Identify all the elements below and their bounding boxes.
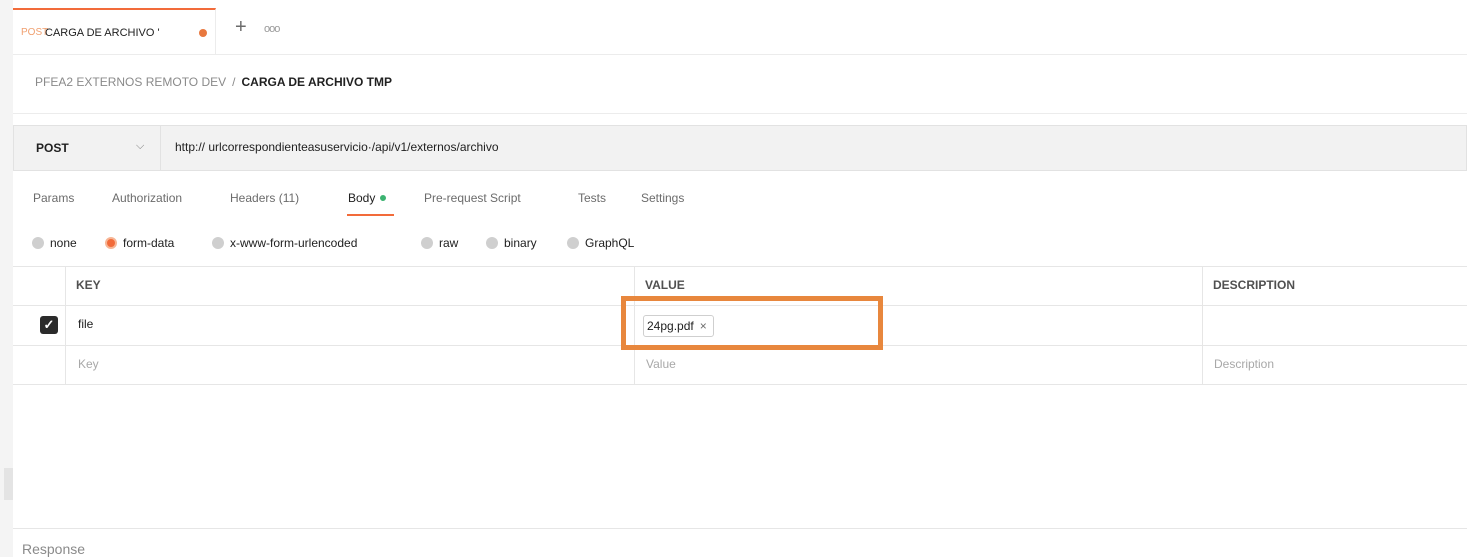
- radio-label: raw: [439, 236, 459, 250]
- tab-title: CARGA DE ARCHIVO ': [45, 27, 160, 39]
- method-label: POST: [36, 141, 69, 155]
- panel-resize-handle[interactable]: [4, 468, 13, 500]
- column-header-description: DESCRIPTION: [1213, 278, 1296, 292]
- breadcrumb: PFEA2 EXTERNOS REMOTO DEV / CARGA DE ARCHI…: [35, 75, 392, 89]
- radio-dot: [421, 237, 433, 249]
- tab-carga-de-archivo[interactable]: POST CARGA DE ARCHIVO ': [13, 8, 216, 54]
- breadcrumb-collection[interactable]: PFEA2 EXTERNOS REMOTO DEV: [35, 75, 226, 89]
- request-tab-bar: POST CARGA DE ARCHIVO ' + ooo: [13, 8, 1467, 55]
- chevron-down-icon: ⌵: [136, 140, 145, 152]
- active-indicator-dot: [380, 195, 387, 201]
- unsaved-changes-dot: [199, 29, 207, 37]
- row-enabled-checkbox[interactable]: ✓: [40, 316, 58, 334]
- breadcrumb-request-name[interactable]: CARGA DE ARCHIVO TMP: [242, 75, 392, 89]
- table-border-top: [13, 266, 1467, 267]
- radio-graphql[interactable]: GraphQL: [567, 236, 634, 250]
- radio-dot: [486, 237, 498, 249]
- response-divider[interactable]: [13, 528, 1467, 529]
- radio-dot: [32, 237, 44, 249]
- radio-label: x-www-form-urlencoded: [230, 236, 358, 250]
- radio-form-data[interactable]: form-data: [105, 236, 174, 250]
- plus-icon[interactable]: +: [235, 16, 247, 39]
- header-divider: [13, 113, 1467, 114]
- radio-raw[interactable]: raw: [421, 236, 458, 250]
- tab-body-label: Body: [348, 191, 376, 205]
- description-input[interactable]: Description: [1214, 357, 1274, 371]
- highlight-annotation-box: [621, 296, 883, 350]
- more-options-icon[interactable]: ooo: [264, 23, 280, 35]
- tab-pre-request-script[interactable]: Pre-request Script: [424, 191, 521, 205]
- radio-binary[interactable]: binary: [486, 236, 537, 250]
- tab-params[interactable]: Params: [33, 191, 74, 205]
- url-bar: POST ⌵ http:// urlcorrespondienteasuserv…: [13, 125, 1467, 171]
- table-border-bottom: [13, 384, 1467, 385]
- key-input[interactable]: Key: [78, 357, 99, 371]
- radio-dot: [212, 237, 224, 249]
- column-divider: [65, 266, 66, 384]
- radio-dot-selected: [105, 237, 117, 249]
- radio-label: binary: [504, 236, 537, 250]
- column-header-key: KEY: [76, 278, 101, 292]
- key-field[interactable]: file: [78, 317, 93, 331]
- column-divider: [1202, 266, 1203, 384]
- method-select[interactable]: POST ⌵: [14, 126, 161, 170]
- tab-authorization[interactable]: Authorization: [112, 191, 182, 205]
- radio-none[interactable]: none: [32, 236, 77, 250]
- url-input[interactable]: http:// urlcorrespondienteasuservicio·/a…: [175, 140, 499, 154]
- column-header-value: VALUE: [645, 278, 685, 292]
- tab-body[interactable]: Body: [348, 191, 387, 205]
- breadcrumb-separator: /: [232, 75, 236, 89]
- form-data-table: KEY VALUE DESCRIPTION ✓ file 24pg.pdf × K…: [13, 266, 1467, 385]
- radio-label: form-data: [123, 236, 175, 250]
- tab-tests[interactable]: Tests: [578, 191, 606, 205]
- response-panel-title: Response: [22, 541, 86, 557]
- active-tab-underline: [347, 214, 394, 216]
- radio-dot: [567, 237, 579, 249]
- tab-headers[interactable]: Headers (11): [230, 191, 299, 205]
- tab-settings[interactable]: Settings: [641, 191, 684, 205]
- radio-label: GraphQL: [585, 236, 635, 250]
- value-input[interactable]: Value: [646, 357, 676, 371]
- radio-x-www-form-urlencoded[interactable]: x-www-form-urlencoded: [212, 236, 357, 250]
- radio-label: none: [50, 236, 77, 250]
